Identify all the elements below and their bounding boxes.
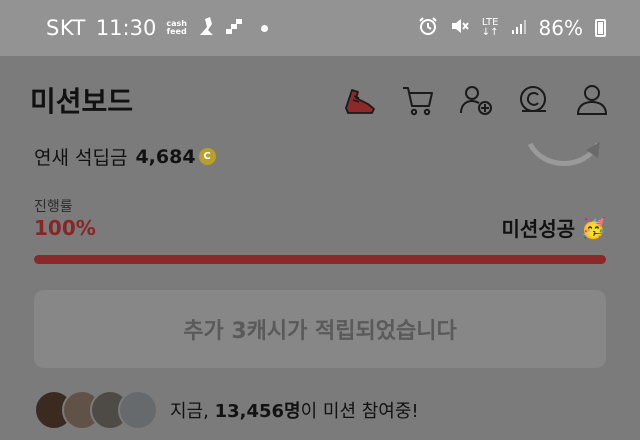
- clock: 11:30: [95, 16, 157, 40]
- shoe-notification-icon: [197, 15, 215, 42]
- participants-row: 지금, 13,456명이 미션 참여중!: [34, 390, 419, 430]
- earnings-value: 4,684: [135, 145, 196, 168]
- progress-percent: 100%: [34, 216, 96, 240]
- reward-button[interactable]: 추가 3캐시가 적립되었습니다: [34, 290, 606, 368]
- more-notifications-dot: [260, 24, 268, 32]
- page-title: 미션보드: [30, 85, 134, 118]
- mission-status-label: 미션성공: [501, 217, 576, 241]
- progress-dial: [524, 120, 604, 170]
- progress-label: 진행률: [34, 199, 73, 215]
- sneaker-icon[interactable]: [342, 82, 378, 118]
- participant-avatars: [34, 390, 158, 430]
- participants-text: 지금, 13,456명이 미션 참여중!: [170, 397, 419, 423]
- battery-icon: [595, 19, 606, 37]
- add-friend-icon[interactable]: [458, 82, 494, 118]
- participants-suffix: 이 미션 참여중!: [300, 401, 419, 422]
- status-bar: SKT 11:30 cash feed LTE ↓↑ 86%: [0, 0, 640, 56]
- carrier-label: SKT: [46, 16, 86, 40]
- progress-bar: [34, 255, 606, 264]
- coin-icon[interactable]: [516, 82, 552, 118]
- participants-prefix: 지금,: [170, 401, 215, 422]
- progress-bar-fill: [34, 255, 606, 264]
- cashfeed-line2: feed: [166, 27, 187, 36]
- cashfeed-icon: cash feed: [166, 20, 187, 36]
- party-emoji-icon: 🥳: [581, 215, 606, 240]
- cart-icon[interactable]: [400, 82, 436, 118]
- lte-indicator: LTE ↓↑: [482, 18, 499, 38]
- avatar: [118, 390, 158, 430]
- cash-coin-icon: C: [198, 148, 216, 165]
- stairs-notification-icon: [225, 16, 243, 40]
- alarm-icon: [418, 16, 438, 41]
- signal-icon: [511, 16, 527, 40]
- data-arrows: ↓↑: [481, 27, 499, 38]
- earnings-row: 연새 석딥금 4,684 C: [34, 143, 216, 170]
- mute-icon: [450, 16, 470, 41]
- battery-percent: 86%: [538, 16, 583, 40]
- mission-status: 미션성공 🥳: [501, 213, 606, 242]
- reward-button-label: 추가 3캐시가 적립되었습니다: [183, 319, 457, 344]
- profile-icon[interactable]: [574, 82, 610, 118]
- participants-count: 13,456명: [214, 401, 301, 422]
- earnings-label: 연새 석딥금: [34, 147, 128, 169]
